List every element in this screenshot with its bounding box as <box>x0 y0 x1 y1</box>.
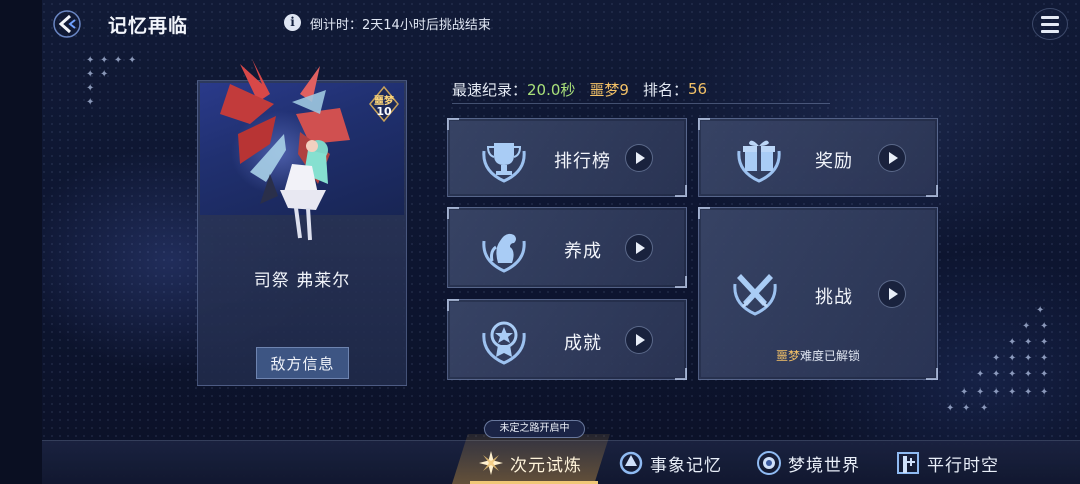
achievements-button[interactable]: 成就 <box>447 299 687 380</box>
nightmare-unlocked-note: 噩梦难度已解锁 <box>699 347 937 364</box>
nav-label: 事象记忆 <box>650 455 722 476</box>
best-record-label: 最速纪录： <box>452 80 528 99</box>
starburst-icon <box>479 451 503 475</box>
rewards-button[interactable]: 奖励 <box>698 118 938 197</box>
best-record-difficulty: 噩梦9 <box>589 80 629 99</box>
stats-row: 最速纪录： 20.0秒 噩梦9 排名： 56 <box>452 77 721 101</box>
nav-parallel-spacetime[interactable]: 平行时空 <box>895 448 999 478</box>
nav-label: 平行时空 <box>927 455 999 476</box>
nav-label: 梦境世界 <box>788 455 860 476</box>
difficulty-level: 10 <box>376 105 392 118</box>
page-title: 记忆再临 <box>108 15 189 37</box>
nav-dimension-trial[interactable]: 次元试炼 <box>478 448 582 478</box>
trophy-icon <box>482 143 526 183</box>
info-icon[interactable]: i <box>284 14 301 31</box>
menu-button[interactable] <box>1032 8 1068 40</box>
enemy-name: 司祭 弗莱尔 <box>253 271 351 291</box>
rank-label: 排名： <box>642 80 688 99</box>
nightmare-text: 难度已解锁 <box>800 349 861 363</box>
enemy-info-button[interactable]: 敌方信息 <box>256 347 349 379</box>
menu-icon <box>1041 15 1059 19</box>
training-button[interactable]: 养成 <box>447 207 687 288</box>
stats-divider <box>452 103 830 104</box>
rewards-label: 奖励 <box>815 151 853 172</box>
achievements-arrow-icon <box>625 326 653 354</box>
challenge-label: 挑战 <box>815 287 853 308</box>
challenge-button[interactable]: 挑战 噩梦难度已解锁 <box>698 207 938 380</box>
difficulty-badge: 噩梦 10 <box>369 86 399 122</box>
crossed-swords-icon <box>733 274 777 316</box>
leaderboard-label: 排行榜 <box>554 151 611 172</box>
nav-dream-world[interactable]: 梦境世界 <box>756 448 860 478</box>
training-arrow-icon <box>625 234 653 262</box>
best-record-time: 20.0秒 <box>527 80 576 99</box>
nav-label: 次元试炼 <box>510 455 582 476</box>
achievements-label: 成就 <box>564 333 602 354</box>
challenge-arrow-icon <box>878 280 906 308</box>
back-arrow-icon <box>53 10 81 38</box>
route-open-badge: 未定之路开启中 <box>484 420 585 438</box>
enemy-sprite <box>220 59 350 241</box>
back-button[interactable] <box>48 8 86 40</box>
left-edge <box>0 0 42 484</box>
leaderboard-button[interactable]: 排行榜 <box>447 118 687 197</box>
star-medal-icon <box>482 321 526 365</box>
nightmare-highlight: 噩梦 <box>775 349 800 363</box>
gift-icon <box>737 140 781 183</box>
swirl-icon <box>619 451 643 475</box>
rewards-arrow-icon <box>878 144 906 172</box>
portal-icon <box>897 452 919 474</box>
rank-value: 56 <box>687 80 708 98</box>
beast-icon <box>482 233 526 273</box>
leaderboard-arrow-icon <box>625 144 653 172</box>
orb-icon <box>757 451 781 475</box>
training-label: 养成 <box>564 241 602 262</box>
countdown-text: 倒计时：2天14小时后挑战结束 <box>310 18 491 33</box>
nav-event-memory[interactable]: 事象记忆 <box>618 448 722 478</box>
